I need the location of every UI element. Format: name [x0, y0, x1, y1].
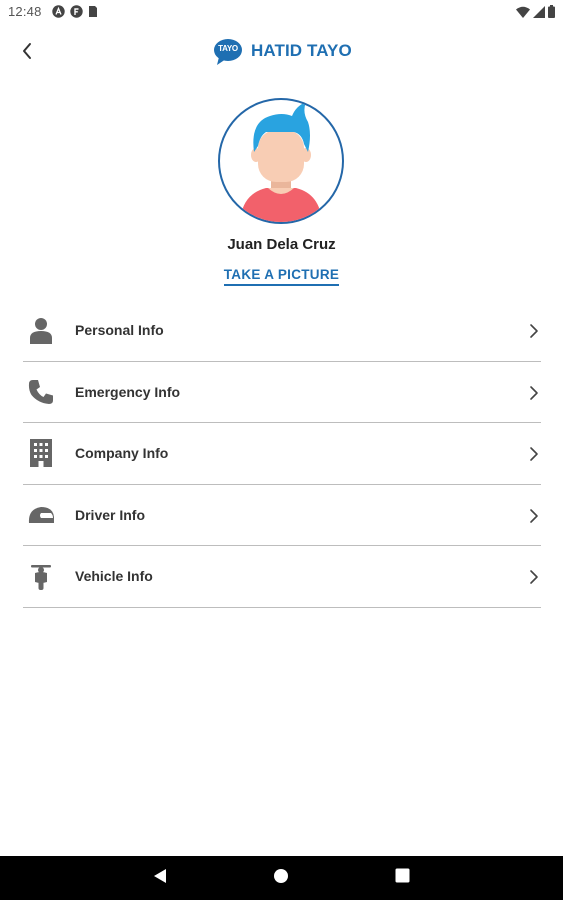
scooter-icon — [27, 562, 55, 590]
battery-icon — [548, 5, 555, 18]
building-icon — [27, 439, 55, 467]
profile-name: Juan Dela Cruz — [227, 236, 336, 253]
menu-item-label: Vehicle Info — [75, 568, 153, 584]
signal-icon — [533, 5, 545, 18]
status-bar: 12:48 — [0, 0, 563, 24]
nav-back-button[interactable] — [138, 856, 182, 900]
chevron-left-icon — [21, 42, 33, 65]
helmet-icon — [27, 501, 55, 529]
menu-item-emergency-info[interactable]: Emergency Info — [23, 362, 541, 423]
status-notification-icons — [52, 5, 98, 18]
navigation-bar — [0, 856, 563, 900]
chevron-right-icon — [527, 445, 541, 463]
take-picture-wrapper: TAKE A PICTURE — [0, 266, 563, 286]
chevron-right-icon — [527, 507, 541, 525]
sim-card-icon — [88, 5, 98, 18]
home-circle-icon — [273, 868, 289, 889]
take-picture-link[interactable]: TAKE A PICTURE — [223, 267, 340, 286]
menu-item-company-info[interactable]: Company Info — [23, 423, 541, 485]
avatar[interactable] — [218, 98, 344, 224]
menu-item-driver-info[interactable]: Driver Info — [23, 485, 541, 546]
f-circle-icon — [70, 5, 83, 18]
avatar-illustration — [240, 102, 322, 222]
chevron-right-icon — [527, 568, 541, 586]
phone-icon — [27, 378, 55, 406]
menu-item-personal-info[interactable]: Personal Info — [23, 300, 541, 362]
recents-square-icon — [395, 868, 410, 888]
brand: TAYO HATID TAYO — [213, 38, 352, 65]
menu-item-label: Company Info — [75, 445, 169, 461]
status-system-icons — [516, 5, 555, 18]
a-circle-icon — [52, 5, 65, 18]
menu-item-vehicle-info[interactable]: Vehicle Info — [23, 546, 541, 608]
chevron-right-icon — [527, 384, 541, 402]
brand-logo-text: TAYO — [218, 44, 238, 53]
menu-item-label: Driver Info — [75, 506, 146, 523]
back-triangle-icon — [153, 868, 167, 889]
nav-home-button[interactable] — [259, 856, 303, 900]
chevron-right-icon — [527, 322, 541, 340]
nav-recents-button[interactable] — [380, 856, 424, 900]
menu-item-label: Emergency Info — [75, 383, 181, 400]
person-icon — [27, 316, 55, 344]
info-menu: Personal Info Emergency Info Company Inf… — [23, 300, 541, 608]
status-time: 12:48 — [8, 4, 42, 19]
brand-logo: TAYO — [213, 38, 245, 65]
app-name: HATID TAYO — [251, 41, 352, 60]
app-header: TAYO HATID TAYO — [0, 24, 563, 82]
menu-item-label: Personal Info — [75, 322, 164, 338]
back-button[interactable] — [12, 36, 42, 70]
wifi-icon — [516, 6, 530, 18]
